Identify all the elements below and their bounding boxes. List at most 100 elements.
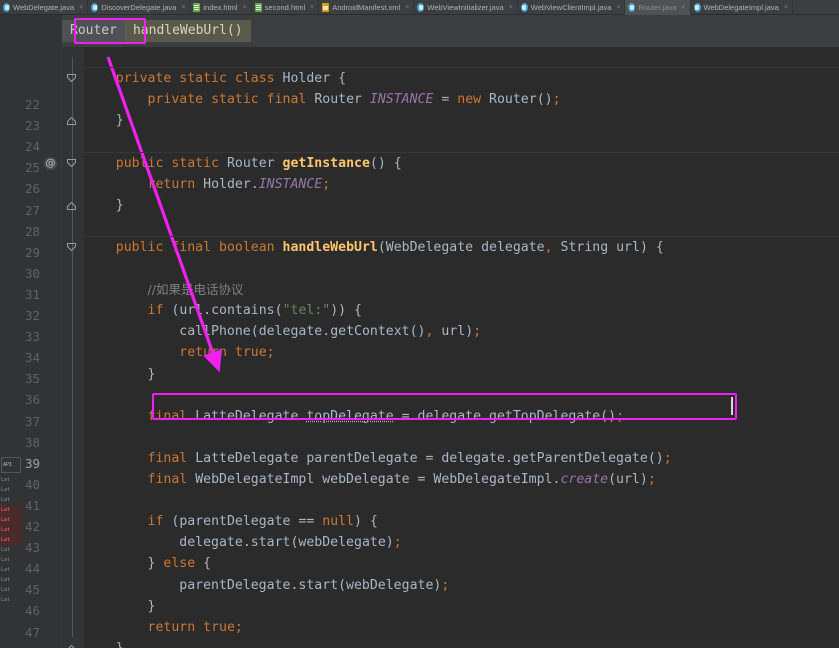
line-number: 24	[24, 139, 40, 155]
code-line-50: }	[84, 638, 124, 648]
code-line-46: } else {	[84, 556, 212, 572]
xml-file-icon	[322, 2, 330, 12]
fold-expand-icon[interactable]	[66, 200, 77, 211]
editor-tab-webviewclientimpl-java[interactable]: WebViewClientImpl.java ×	[518, 0, 626, 15]
tab-close-icon[interactable]: ×	[405, 4, 409, 11]
line-number: 34	[24, 350, 40, 366]
editor-tab-bar: WebDelegate.java × DiscoverDelegate.java × i…	[0, 0, 839, 15]
tab-label: index.html	[203, 2, 238, 12]
tab-label: DiscoverDelegate.java	[101, 2, 177, 12]
tab-close-icon[interactable]: ×	[243, 4, 247, 11]
sliver-log-row: Lat	[1, 597, 11, 603]
breadcrumb-method[interactable]: handleWebUrl()	[124, 20, 251, 42]
line-number: 26	[24, 181, 40, 197]
fold-collapse-icon[interactable]	[66, 242, 77, 253]
method-separator	[84, 67, 839, 69]
line-number: 38	[24, 434, 40, 450]
annotation-gutter-marker[interactable]: @	[44, 156, 57, 170]
line-number: 22	[24, 97, 40, 112]
tab-label: WebDelegateImpl.java	[703, 2, 779, 12]
editor-tab-discoverdelegate-java[interactable]: DiscoverDelegate.java ×	[88, 0, 191, 15]
code-line-31: public final boolean handleWebUrl(WebDel…	[115, 239, 664, 255]
breadcrumb-gutter-spacer	[0, 15, 62, 47]
line-number: 33	[24, 329, 40, 345]
code-line-41: final LatteDelegate parentDelegate = del…	[147, 450, 672, 466]
tab-label: WebViewClientImpl.java	[530, 2, 612, 12]
sliver-log-row: Lat	[0, 525, 22, 535]
sliver-log-row: Lat	[1, 497, 11, 503]
line-number: 32	[24, 308, 40, 323]
tab-close-icon[interactable]: ×	[79, 4, 83, 11]
line-number: 27	[24, 202, 40, 218]
java-file-icon	[628, 2, 636, 12]
code-line-34: if (url.contains("tel:")) {	[147, 303, 362, 319]
editor-tab-webdelegate-java[interactable]: WebDelegate.java ×	[0, 0, 89, 15]
folding-guide-line	[72, 57, 73, 637]
tab-close-icon[interactable]: ×	[616, 4, 620, 11]
line-number: 29	[24, 244, 40, 260]
sliver-log-row: Lat	[0, 535, 22, 545]
line-number: 31	[24, 286, 40, 302]
editor-tab-second-html[interactable]: second.html ×	[252, 0, 320, 15]
sliver-log-row: Lat	[1, 557, 11, 563]
code-line-44: if (parentDelegate == null) {	[147, 514, 378, 530]
line-number: 36	[24, 392, 40, 408]
code-line-35: callPhone(delegate.getContext(), url);	[179, 324, 482, 340]
sliver-log-row: Lat	[0, 505, 22, 515]
html-file-icon	[254, 2, 262, 12]
sliver-log-row: Lat	[1, 487, 11, 493]
code-line-23: private static class Holder {	[115, 71, 347, 87]
tab-close-icon[interactable]: ×	[310, 4, 314, 11]
html-file-icon	[193, 2, 201, 12]
line-number: 30	[24, 265, 40, 281]
logcat-sliver-panel[interactable]: API Lat Lat Lat Lat Lat Lat Lat Lat Lat Lat Lat Lat L…	[0, 455, 22, 648]
fold-collapse-icon[interactable]	[66, 73, 77, 84]
java-file-icon	[417, 2, 425, 12]
tab-label: WebDelegate.java	[13, 2, 75, 12]
code-line-27: public static Router getInstance() {	[115, 155, 402, 171]
breadcrumb-class[interactable]: Router	[62, 20, 125, 42]
line-number: 28	[24, 223, 40, 239]
editor-tab-androidmanifest-xml[interactable]: AndroidManifest.xml ×	[319, 0, 415, 15]
sliver-log-row: Lat	[0, 515, 22, 525]
sliver-tab-label[interactable]: API	[1, 457, 21, 473]
method-separator	[84, 151, 839, 153]
ide-window: WebDelegate.java × DiscoverDelegate.java × i…	[0, 0, 839, 648]
code-folding-gutter[interactable]	[62, 47, 84, 648]
tab-label: second.html	[264, 2, 306, 12]
tab-label: AndroidManifest.xml	[332, 2, 401, 12]
tab-close-icon[interactable]: ×	[181, 4, 185, 11]
line-number: 25	[24, 160, 40, 176]
fold-expand-icon[interactable]	[66, 643, 77, 648]
sliver-log-row: Lat	[1, 477, 11, 483]
editor-tab-router-java[interactable]: Router.java ×	[625, 0, 691, 15]
code-line-36: return true;	[179, 345, 275, 361]
editor-tab-webdelegateimpl-java[interactable]: WebDelegateImpl.java ×	[691, 0, 793, 15]
editor-tab-webviewinitializer-java[interactable]: WebViewInitializer.java ×	[414, 0, 518, 15]
sliver-log-row: Lat	[1, 587, 11, 593]
method-separator	[84, 235, 839, 237]
code-line-49: return true;	[147, 619, 243, 635]
sliver-log-row: Lat	[1, 547, 11, 553]
code-editor[interactable]: private static class Holder { private st…	[0, 47, 839, 648]
code-line-47: parentDelegate.start(webDelegate);	[179, 577, 450, 593]
code-line-28: return Holder.INSTANCE;	[147, 176, 331, 192]
code-line-48: }	[84, 598, 156, 614]
code-line-25: }	[84, 113, 124, 129]
java-file-icon	[91, 2, 99, 12]
tab-close-icon[interactable]: ×	[509, 4, 513, 11]
line-number: 35	[24, 371, 40, 387]
code-text-area[interactable]: private static class Holder { private st…	[84, 47, 839, 648]
tab-close-icon[interactable]: ×	[784, 4, 788, 11]
line-number: 37	[24, 413, 40, 429]
fold-expand-icon[interactable]	[66, 115, 77, 126]
fold-collapse-icon[interactable]	[66, 158, 77, 169]
tab-close-icon[interactable]: ×	[681, 4, 685, 11]
editor-tab-index-html[interactable]: index.html ×	[190, 0, 252, 15]
text-caret	[731, 397, 733, 415]
code-line-33: //如果是电话协议	[147, 282, 244, 298]
code-line-45: delegate.start(webDelegate);	[179, 535, 402, 551]
code-line-29: }	[84, 197, 124, 213]
line-number: 23	[24, 118, 40, 134]
code-line-24: private static final Router INSTANCE = n…	[147, 92, 561, 108]
